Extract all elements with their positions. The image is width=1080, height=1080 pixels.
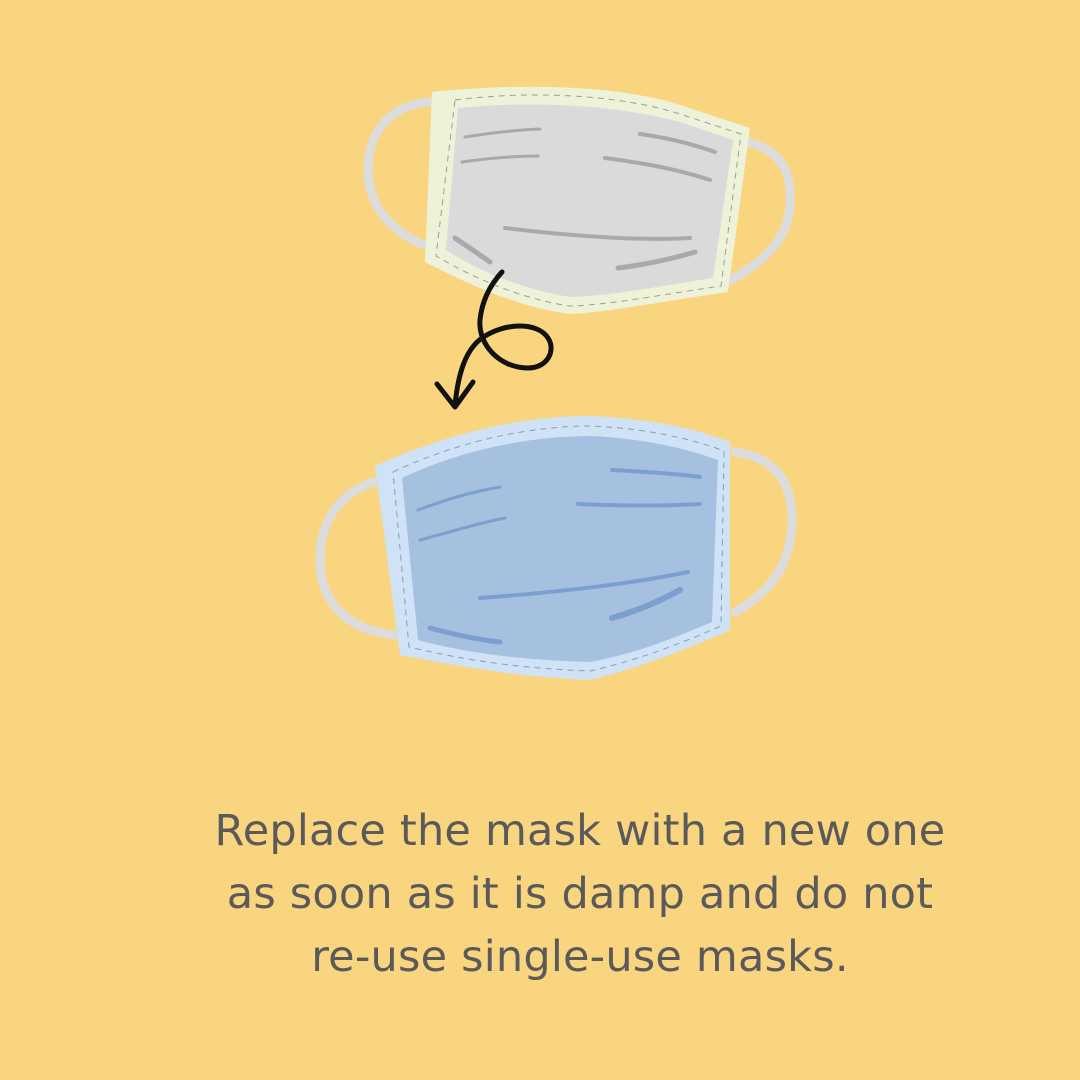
slide: Replace the mask with a new one as soon … (0, 0, 1080, 1080)
used-mask-icon (363, 86, 795, 314)
new-mask-icon (315, 415, 797, 680)
caption-line-3: re-use single-use masks. (311, 932, 849, 982)
caption-line-1: Replace the mask with a new one (214, 806, 946, 856)
right-ear-loop (730, 447, 797, 617)
mask-replacement-illustration (315, 86, 797, 680)
instruction-caption: Replace the mask with a new one as soon … (200, 800, 960, 989)
caption-line-2: as soon as it is damp and do not (226, 869, 934, 919)
new-mask-fabric (402, 436, 718, 662)
